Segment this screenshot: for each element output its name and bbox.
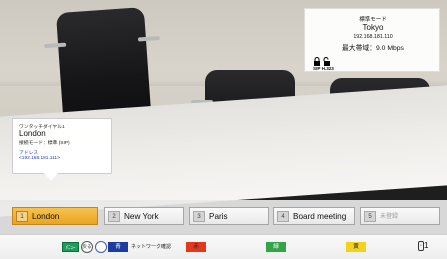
lock-icon (314, 57, 330, 66)
callout-address-label: アドレス (19, 151, 39, 156)
network-check-label: ネットワーク確認 (131, 244, 172, 250)
call-mode: 標準モード (359, 17, 387, 23)
circle-icon[interactable] (95, 241, 107, 253)
remote-hint-bar: ﾒﾆｭｰ 戻る 青 ネットワーク確認 赤 緑 黄 ◦ 1 (0, 234, 447, 259)
speed-dial-1[interactable]: 1 London (12, 207, 98, 225)
speed-dial-label: 未登録 (380, 214, 399, 220)
callout-site-name: London (19, 129, 46, 138)
speed-dial-number: 5 (364, 211, 376, 222)
callout-address-value: <192.168.181.111> (19, 156, 60, 161)
speed-dial-4[interactable]: 4 Board meeting (273, 207, 355, 225)
speed-dial-number: 1 (16, 211, 28, 222)
speed-dial-2[interactable]: 2 New York (104, 207, 184, 225)
speed-dial-label: London (32, 212, 60, 221)
page-number: 1 (424, 241, 429, 250)
blue-key[interactable]: 青 (108, 242, 128, 252)
speed-dial-3[interactable]: 3 Paris (189, 207, 269, 225)
back-key[interactable]: 戻る (81, 241, 93, 253)
speed-dial-label: Board meeting (293, 212, 347, 221)
remote-site-name: Tokyo (362, 23, 384, 32)
speed-dial-number: 4 (277, 211, 289, 222)
callout-connection-mode: 接続モード：標準 (SIP) (19, 141, 70, 146)
speed-dial-bar: 1 London 2 New York 3 Paris 4 Board meet… (0, 200, 447, 234)
speed-dial-label: New York (124, 212, 159, 221)
green-key[interactable]: 緑 (266, 242, 286, 252)
protocol-label: SIP H.323 (313, 66, 334, 71)
callout-pointer (44, 173, 58, 181)
speed-dial-detail: ワンタッチダイヤル1 London 接続モード：標準 (SIP) アドレス <1… (12, 118, 112, 174)
speed-dial-5[interactable]: 5 未登録 (360, 207, 440, 225)
yellow-key[interactable]: 黄 (346, 242, 366, 252)
page-indicator: ◦ 1 (418, 241, 428, 251)
speed-dial-label: Paris (209, 212, 228, 221)
remote-site-panel: 標準モード Tokyo 192.168.181.110 最大帯域：9.0 Mbp… (304, 8, 440, 72)
menu-key[interactable]: ﾒﾆｭｰ (62, 242, 79, 252)
max-bandwidth: 最大帯域：9.0 Mbps (342, 45, 404, 52)
encryption-icons (313, 57, 333, 66)
red-key[interactable]: 赤 (186, 242, 206, 252)
speed-dial-number: 3 (193, 211, 205, 222)
speed-dial-number: 2 (108, 211, 120, 222)
remote-ip: 192.168.181.110 (353, 34, 393, 40)
